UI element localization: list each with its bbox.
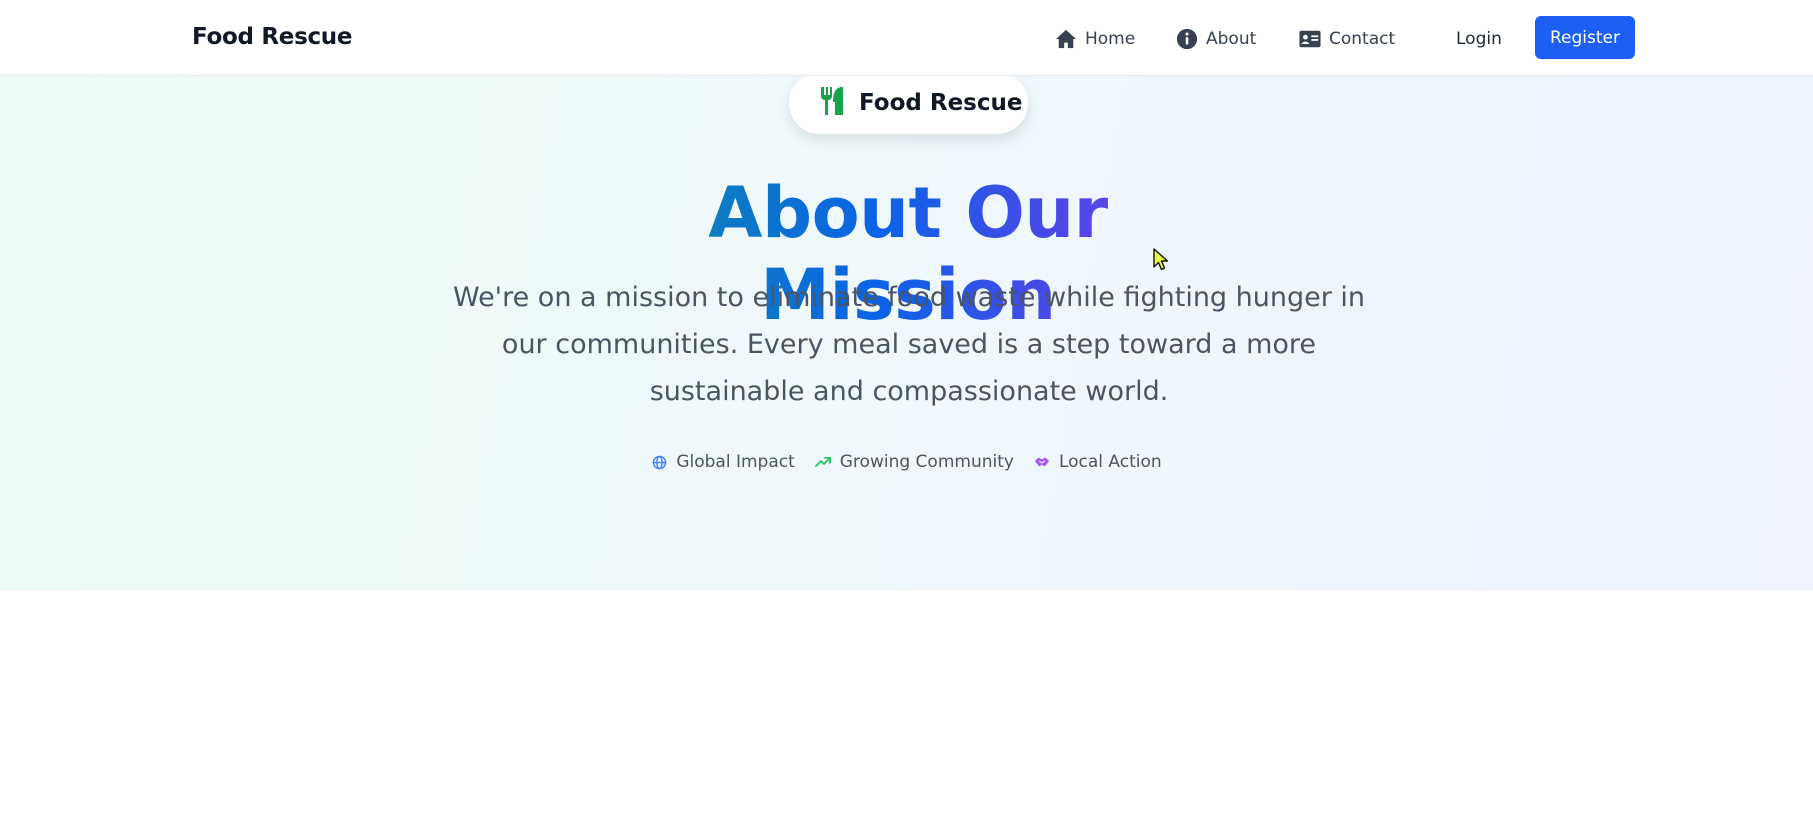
tag-local-action-label: Local Action: [1058, 452, 1162, 472]
info-icon: [1176, 28, 1198, 50]
nav-link-contact[interactable]: Contact: [1299, 25, 1395, 53]
brand-pill: Food Rescue: [789, 76, 1028, 134]
hero-section: Food Rescue About Our Mission We're on a…: [0, 76, 1813, 590]
trending-up-icon: [814, 454, 831, 470]
nav-link-home[interactable]: Home: [1055, 25, 1135, 53]
tag-global-impact-label: Global Impact: [676, 452, 795, 472]
login-button[interactable]: Login: [1456, 25, 1502, 53]
nav-link-home-label: Home: [1085, 29, 1136, 49]
contact-card-icon: [1299, 28, 1321, 50]
nav-link-contact-label: Contact: [1329, 29, 1396, 49]
utensils-icon: [819, 86, 845, 120]
brand-pill-label: Food Rescue: [859, 90, 1023, 116]
register-button[interactable]: Register: [1535, 16, 1635, 59]
mission-description: We're on a mission to eliminate food was…: [452, 282, 1366, 407]
mouse-cursor-icon: [1152, 248, 1170, 272]
globe-icon: [651, 454, 667, 470]
home-icon: [1055, 28, 1077, 50]
brand-logo-text[interactable]: Food Rescue: [192, 24, 352, 50]
nav-link-about-label: About: [1206, 29, 1257, 49]
handshake-icon: [1034, 454, 1050, 470]
top-navbar: Food Rescue Home About Contact Login Reg…: [0, 0, 1813, 76]
nav-link-about[interactable]: About: [1176, 25, 1256, 53]
feature-tags: Global Impact Growing Community Local Ac…: [0, 452, 1813, 472]
tag-local-action: Local Action: [1034, 452, 1162, 472]
tag-growing-community-label: Growing Community: [839, 452, 1014, 472]
tag-global-impact: Global Impact: [651, 452, 795, 472]
tag-growing-community: Growing Community: [814, 452, 1014, 472]
